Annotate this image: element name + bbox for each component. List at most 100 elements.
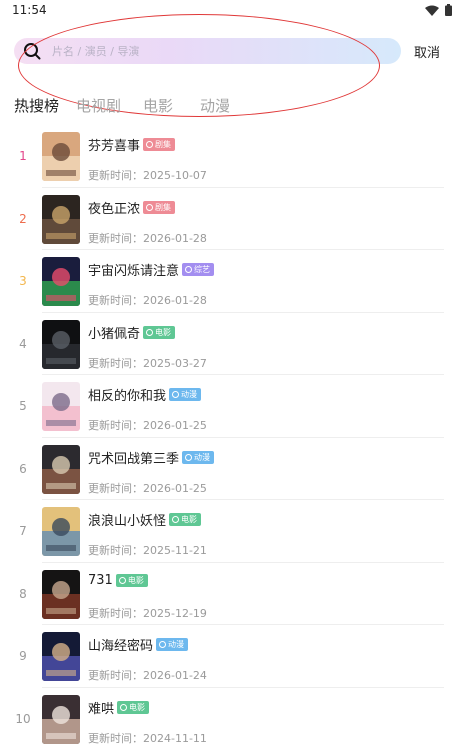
update-date: 2025-03-27: [143, 357, 207, 370]
category-icon: [120, 704, 127, 711]
update-date: 2024-11-11: [143, 732, 207, 745]
update-label: 更新时间：: [88, 482, 143, 495]
item-title[interactable]: 小猪佩奇: [88, 323, 140, 342]
category-label: 剧集: [155, 139, 171, 150]
category-icon: [119, 577, 126, 584]
category-badge: 动漫: [182, 451, 214, 464]
poster-thumbnail[interactable]: [42, 695, 80, 744]
title-line: 731 电影: [88, 573, 148, 588]
rank-number: 3: [8, 274, 38, 288]
category-badge: 剧集: [143, 201, 175, 214]
poster-thumbnail[interactable]: [42, 132, 80, 181]
poster-thumbnail[interactable]: [42, 320, 80, 369]
item-title[interactable]: 相反的你和我: [88, 385, 166, 404]
poster-thumbnail[interactable]: [42, 445, 80, 494]
category-icon: [159, 641, 166, 648]
list-item[interactable]: 6 咒术回战第三季 动漫更新时间：2026-01-25: [0, 438, 462, 501]
poster-thumbnail[interactable]: [42, 195, 80, 244]
update-time: 更新时间：2026-01-24: [88, 667, 207, 683]
update-time: 更新时间：2026-01-28: [88, 230, 207, 246]
status-icons: [425, 4, 452, 16]
update-date: 2026-01-25: [143, 419, 207, 432]
list-item[interactable]: 4 小猪佩奇 电影更新时间：2025-03-27: [0, 313, 462, 376]
rank-number: 2: [8, 212, 38, 226]
category-icon: [146, 204, 153, 211]
update-time: 更新时间：2025-03-27: [88, 355, 207, 371]
category-label: 电影: [128, 575, 144, 586]
item-title[interactable]: 难哄: [88, 698, 114, 717]
battery-icon: [445, 4, 452, 16]
list-item[interactable]: 10难哄电影更新时间：2024-11-11: [0, 688, 462, 750]
update-time: 更新时间：2026-01-25: [88, 417, 207, 433]
category-icon: [146, 329, 153, 336]
category-label: 动漫: [181, 389, 197, 400]
title-line: 小猪佩奇 电影: [88, 323, 175, 342]
list-item[interactable]: 5相反的你和我动漫更新时间：2026-01-25: [0, 375, 462, 438]
title-line: 山海经密码动漫: [88, 635, 188, 654]
category-badge: 动漫: [156, 638, 188, 651]
rank-number: 4: [8, 337, 38, 351]
tab-movies[interactable]: 电影: [143, 95, 173, 116]
tab-hot-search[interactable]: 热搜榜: [14, 95, 59, 116]
category-badge: 综艺: [182, 263, 214, 276]
category-badge: 电影: [169, 513, 201, 526]
item-title[interactable]: 芬芳喜事: [88, 135, 140, 154]
category-badge: 电影: [116, 574, 148, 587]
poster-thumbnail[interactable]: [42, 257, 80, 306]
update-label: 更新时间：: [88, 419, 143, 432]
list-item[interactable]: 8731电影更新时间：2025-12-19: [0, 563, 462, 626]
item-title[interactable]: 咒术回战第三季: [88, 448, 179, 467]
poster-thumbnail[interactable]: [42, 382, 80, 431]
title-line: 浪浪山小妖怪电影: [88, 510, 201, 529]
rank-number: 8: [8, 587, 38, 601]
search-bar: 取消: [0, 36, 462, 66]
rank-number: 10: [8, 712, 38, 726]
poster-thumbnail[interactable]: [42, 570, 80, 619]
title-line: 芬芳喜事 剧集: [88, 135, 175, 154]
update-date: 2026-01-24: [143, 669, 207, 682]
category-badge: 剧集: [143, 138, 175, 151]
update-time: 更新时间：2025-10-07: [88, 167, 207, 183]
item-title[interactable]: 731: [88, 573, 113, 588]
category-icon: [172, 516, 179, 523]
update-time: 更新时间：2026-01-28: [88, 292, 207, 308]
update-label: 更新时间：: [88, 232, 143, 245]
title-line: 夜色正浓 剧集: [88, 198, 175, 217]
rank-number: 6: [8, 462, 38, 476]
title-line: 宇宙闪烁请注意 综艺: [88, 260, 214, 279]
category-label: 剧集: [155, 202, 171, 213]
category-icon: [146, 141, 153, 148]
item-title[interactable]: 宇宙闪烁请注意: [88, 260, 179, 279]
tab-anime[interactable]: 动漫: [200, 95, 230, 116]
update-time: 更新时间：2026-01-25: [88, 480, 207, 496]
update-date: 2025-10-07: [143, 169, 207, 182]
update-date: 2025-11-21: [143, 544, 207, 557]
cancel-button[interactable]: 取消: [414, 42, 440, 61]
category-label: 动漫: [194, 452, 210, 463]
category-icon: [185, 266, 192, 273]
update-date: 2026-01-28: [143, 232, 207, 245]
category-label: 电影: [155, 327, 171, 338]
item-title[interactable]: 夜色正浓: [88, 198, 140, 217]
title-line: 难哄电影: [88, 698, 149, 717]
list-item[interactable]: 9山海经密码动漫更新时间：2026-01-24: [0, 625, 462, 688]
list-item[interactable]: 7浪浪山小妖怪电影更新时间：2025-11-21: [0, 500, 462, 563]
update-label: 更新时间：: [88, 669, 143, 682]
poster-thumbnail[interactable]: [42, 632, 80, 681]
update-date: 2026-01-28: [143, 294, 207, 307]
update-label: 更新时间：: [88, 169, 143, 182]
poster-thumbnail[interactable]: [42, 507, 80, 556]
list-item[interactable]: 1芬芳喜事剧集更新时间：2025-10-07: [0, 125, 462, 188]
tab-tv-series[interactable]: 电视剧: [76, 95, 121, 116]
status-time: 11:54: [12, 3, 47, 17]
list-item[interactable]: 2 夜色正浓 剧集更新时间：2026-01-28: [0, 188, 462, 251]
search-input[interactable]: [50, 41, 390, 61]
update-date: 2026-01-25: [143, 482, 207, 495]
list-item[interactable]: 3 宇宙闪烁请注意 综艺更新时间：2026-01-28: [0, 250, 462, 313]
item-title[interactable]: 浪浪山小妖怪: [88, 510, 166, 529]
category-icon: [185, 454, 192, 461]
item-title[interactable]: 山海经密码: [88, 635, 153, 654]
search-box[interactable]: [14, 38, 401, 64]
title-line: 咒术回战第三季 动漫: [88, 448, 214, 467]
category-label: 综艺: [194, 264, 210, 275]
